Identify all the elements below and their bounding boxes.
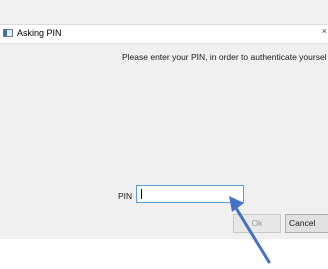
annotation-arrow <box>229 196 271 264</box>
